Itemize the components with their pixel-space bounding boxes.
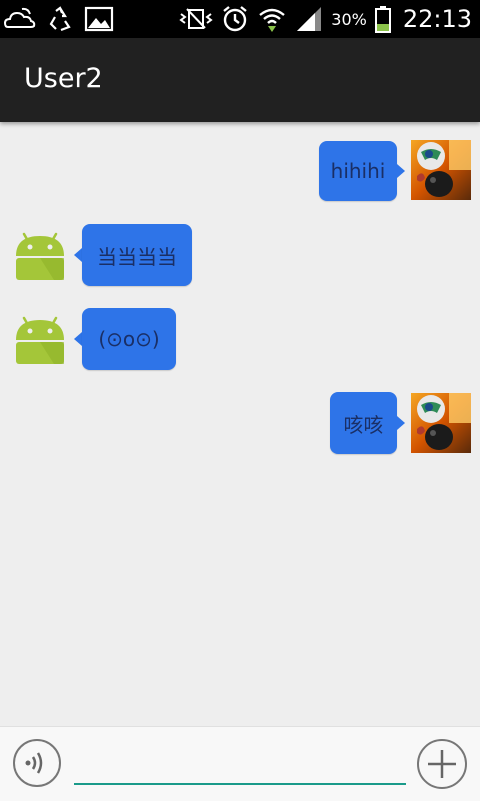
signal-icon <box>297 7 322 31</box>
bubble-tail <box>397 164 405 178</box>
page-title: User2 <box>24 63 103 94</box>
message-bubble[interactable]: 当当当当 <box>82 224 192 286</box>
plus-icon[interactable] <box>416 738 468 790</box>
image-icon <box>84 6 114 32</box>
system-status: 30% 22:13 <box>179 0 472 38</box>
wifi-icon <box>259 8 286 32</box>
status-bar: 30% 22:13 <box>0 0 480 38</box>
photo-avatar[interactable] <box>411 140 471 200</box>
android-icon[interactable] <box>14 228 66 280</box>
battery-icon <box>374 6 391 33</box>
voice-icon[interactable] <box>12 738 62 788</box>
photo-avatar[interactable] <box>411 393 471 453</box>
alarm-icon <box>223 6 248 32</box>
recycle-icon <box>49 6 71 32</box>
message-input[interactable] <box>74 747 406 785</box>
notification-icons <box>4 4 114 34</box>
clock: 22:13 <box>402 5 472 33</box>
vibrate-icon <box>179 8 213 29</box>
bubble-tail <box>74 248 82 262</box>
input-bar <box>0 726 480 801</box>
message-bubble[interactable]: 咳咳 <box>330 392 397 454</box>
action-bar: User2 <box>0 38 480 122</box>
bubble-tail <box>397 416 405 430</box>
message-bubble[interactable]: (⊙o⊙) <box>82 308 176 370</box>
bubble-tail <box>74 332 82 346</box>
message-bubble[interactable]: hihihi <box>319 141 397 201</box>
android-icon[interactable] <box>14 312 66 364</box>
battery-percent: 30% <box>331 9 367 29</box>
cloud-icon <box>4 7 36 28</box>
